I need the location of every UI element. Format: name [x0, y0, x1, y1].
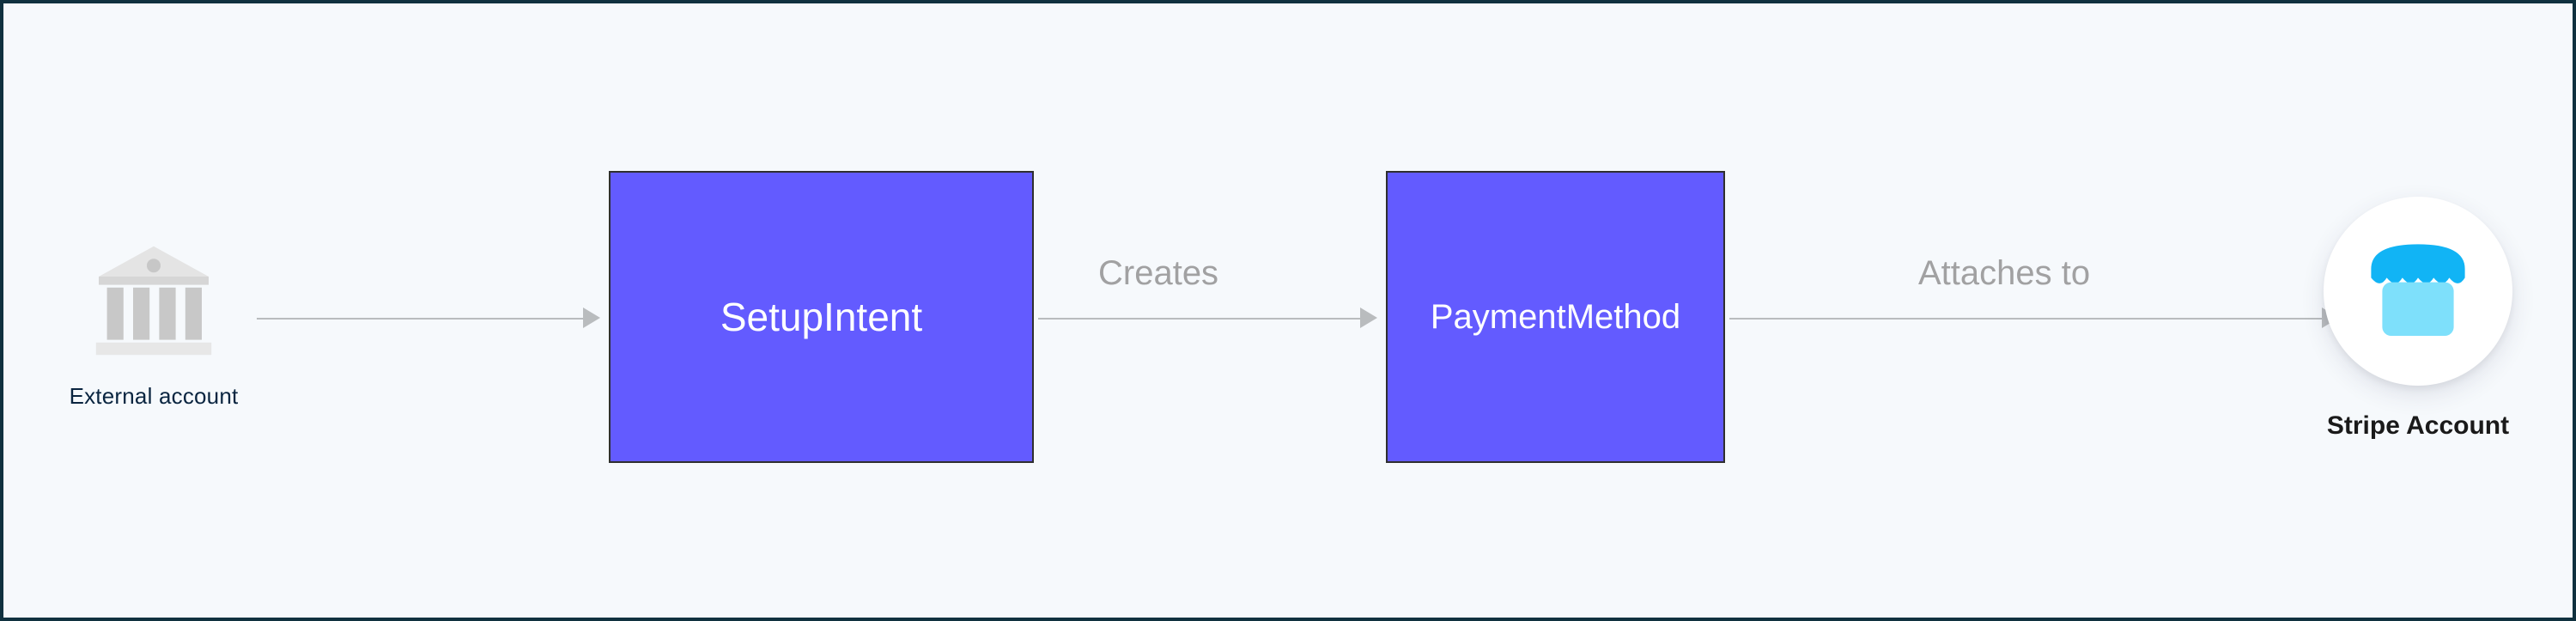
edge-label-attaches: Attaches to	[1918, 254, 2090, 293]
node-stripe-account: Stripe Account	[2306, 197, 2530, 441]
node-external-account: External account	[46, 235, 261, 410]
arrow-setupintent-to-paymentmethod	[1038, 317, 1377, 319]
arrow-external-to-setupintent	[257, 317, 600, 319]
bank-icon	[85, 235, 222, 373]
shop-icon	[2362, 235, 2474, 347]
setup-intent-label: SetupIntent	[720, 294, 922, 340]
diagram-canvas: External account SetupIntent Creates Pay…	[0, 0, 2576, 621]
edge-label-creates: Creates	[1098, 254, 1218, 293]
arrow-paymentmethod-to-stripe	[1729, 317, 2339, 319]
external-account-label: External account	[46, 383, 261, 410]
payment-method-label: PaymentMethod	[1431, 298, 1680, 337]
node-setup-intent: SetupIntent	[609, 171, 1034, 463]
node-payment-method: PaymentMethod	[1386, 171, 1725, 463]
stripe-account-label: Stripe Account	[2306, 411, 2530, 441]
stripe-account-circle	[2324, 197, 2512, 386]
